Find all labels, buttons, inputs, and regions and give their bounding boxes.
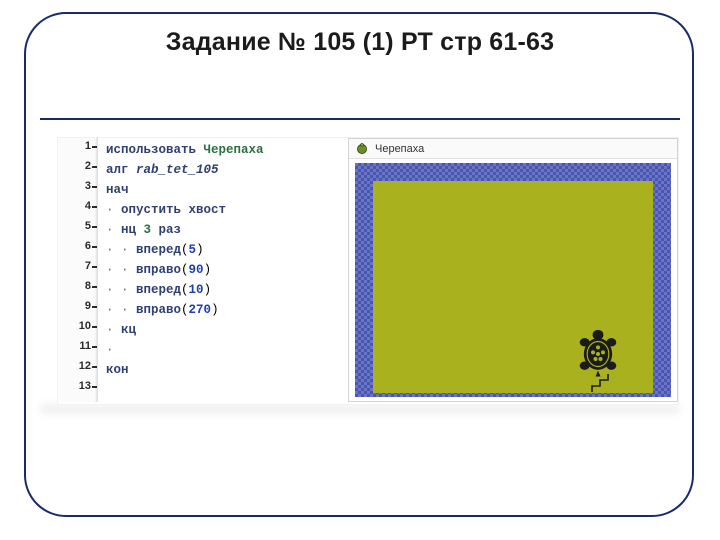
- canvas-field[interactable]: [373, 181, 653, 393]
- line-gutter: 12345678910111213: [58, 138, 98, 402]
- ide-window: 12345678910111213 использовать Черепахаа…: [58, 138, 678, 404]
- line-number: 9: [64, 300, 94, 312]
- shadow: [40, 404, 680, 414]
- code-line: · опустить хвост: [106, 200, 226, 220]
- code-line: нач: [106, 180, 129, 200]
- divider: [40, 118, 680, 120]
- turtle-title-icon: [355, 142, 369, 156]
- code-editor[interactable]: использовать Черепахаалг rab_tet_105нач·…: [102, 138, 344, 402]
- line-number: 4: [64, 200, 94, 212]
- line-number: 12: [64, 360, 94, 372]
- line-number: 8: [64, 280, 94, 292]
- line-number: 13: [64, 380, 94, 392]
- code-line: · · вперед(5): [106, 240, 204, 260]
- line-number: 7: [64, 260, 94, 272]
- turtle-window: Черепаха: [348, 138, 678, 402]
- code-line: ·: [106, 340, 114, 360]
- code-line: · · вправо(90): [106, 260, 211, 280]
- line-number: 2: [64, 160, 94, 172]
- line-number: 11: [64, 340, 94, 352]
- turtle-icon: [573, 329, 623, 379]
- line-number: 10: [64, 320, 94, 332]
- line-number: 3: [64, 180, 94, 192]
- turtle-window-title: Черепаха: [349, 139, 677, 159]
- code-line: кон: [106, 360, 129, 380]
- line-number: 6: [64, 240, 94, 252]
- code-line: · нц 3 раз: [106, 220, 181, 240]
- page-title: Задание № 105 (1) РТ стр 61-63: [0, 28, 720, 57]
- turtle-window-label: Черепаха: [375, 143, 424, 155]
- code-line: алг rab_tet_105: [106, 160, 219, 180]
- code-line: · · вперед(10): [106, 280, 211, 300]
- line-number: 5: [64, 220, 94, 232]
- line-number: 1: [64, 140, 94, 152]
- canvas-border: [355, 163, 671, 397]
- code-line: · · вправо(270): [106, 300, 219, 320]
- code-line: · кц: [106, 320, 136, 340]
- code-line: использовать Черепаха: [106, 140, 264, 160]
